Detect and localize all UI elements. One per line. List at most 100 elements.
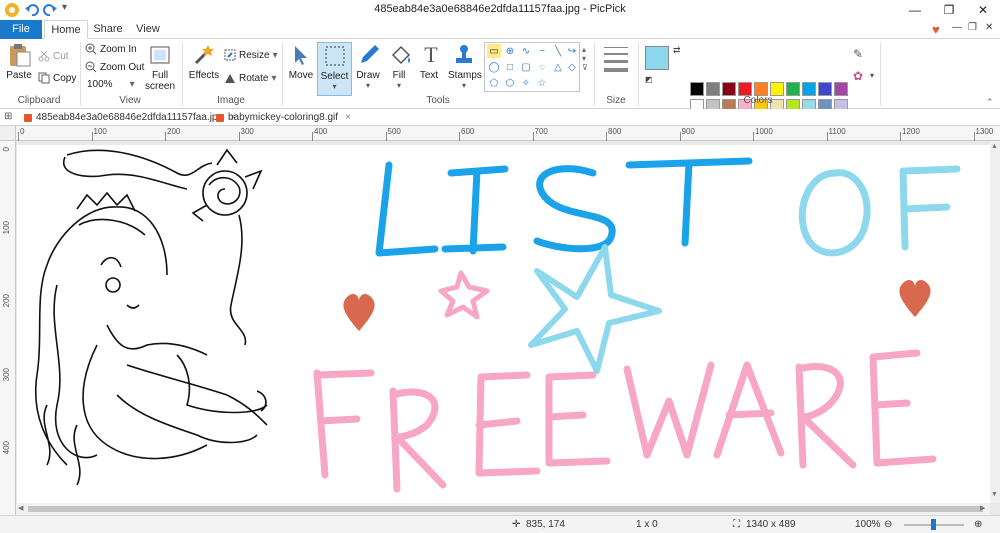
color-swatch[interactable] (754, 82, 768, 96)
zoom-level-value: 100% (87, 79, 113, 90)
vertical-scrollbar[interactable]: ▲ ▼ (990, 141, 1000, 503)
ruler-tick-label: 0 (20, 127, 25, 136)
shape-circle-cross-icon[interactable]: ⊕ (503, 44, 517, 58)
color-wheel-icon[interactable]: ✿ (853, 69, 863, 83)
swap-colors-icon[interactable]: ⇄ (673, 45, 681, 56)
size-button[interactable] (604, 47, 628, 72)
text-button[interactable]: T Text (416, 42, 442, 81)
copy-button[interactable]: Copy (38, 72, 76, 84)
tab-home[interactable]: Home (44, 20, 88, 40)
primary-color[interactable] (645, 46, 669, 70)
full-screen-label-2: screen (144, 81, 175, 92)
document-tabs: ⊞ 485eab84e3a0e68846e2dfda11157faa.jpg ×… (0, 109, 1000, 126)
resize-button[interactable]: Resize ▾ (224, 49, 278, 61)
full-screen-button[interactable]: Full screen (144, 42, 176, 92)
rotate-button[interactable]: Rotate ▾ (224, 72, 277, 84)
zoom-in-icon[interactable]: ⊕ (974, 519, 982, 530)
move-button[interactable]: Move (286, 42, 316, 81)
document-tab[interactable]: babymickey-coloring8.gif × (216, 110, 351, 125)
color-swatch[interactable] (834, 82, 848, 96)
color-swatch[interactable] (770, 82, 784, 96)
shape-rounded-rect-icon[interactable]: ▢ (519, 60, 533, 74)
chevron-down-icon: ▾ (272, 49, 278, 61)
image-canvas[interactable] (17, 145, 991, 503)
move-label: Move (288, 70, 314, 81)
fill-button[interactable]: Fill ▾ (386, 42, 412, 90)
chevron-down-icon: ▾ (332, 82, 337, 91)
shape-curve-icon[interactable]: ∿ (519, 44, 533, 58)
ruler-tick (385, 132, 387, 141)
scroll-down-icon[interactable]: ▼ (991, 491, 998, 498)
draw-button[interactable]: Draw ▾ (354, 42, 382, 90)
shape-square-icon[interactable]: □ (503, 60, 517, 74)
magic-wand-icon (189, 42, 219, 68)
shape-arrow-icon[interactable]: ↪ (565, 44, 579, 58)
shape-triangle-icon[interactable]: △ (551, 60, 565, 74)
color-swatch[interactable] (706, 82, 720, 96)
ruler-tick-label: 200 (167, 127, 181, 136)
shape-speech-bubble-icon[interactable]: ◌ (535, 60, 549, 74)
clipboard-group-label: Clipboard (17, 95, 61, 106)
heart-icon[interactable]: ♥ (932, 22, 940, 37)
shapes-gallery[interactable]: ▭ ⊕ ∿ ~ ╲ ↪ ◯ □ ▢ ◌ △ ◇ ⬠ ⬡ ✧ ☆ (484, 42, 580, 92)
color-swatch[interactable] (738, 82, 752, 96)
shape-rectangle-selection-icon[interactable]: ▭ (487, 44, 501, 58)
chevron-down-icon[interactable]: ▾ (870, 71, 874, 80)
ribbon-restore-icon[interactable]: ❐ (968, 22, 977, 33)
horizontal-scroll-thumb[interactable] (28, 506, 983, 512)
effects-button[interactable]: Effects (188, 42, 220, 81)
cut-button[interactable]: Cut (38, 50, 69, 62)
eyedropper-icon[interactable]: ✎ (853, 47, 863, 61)
stamps-label: Stamps (448, 70, 482, 81)
shape-diamond-icon[interactable]: ◇ (565, 60, 579, 74)
resize-label: Resize (239, 49, 270, 61)
stamps-button[interactable]: Stamps ▾ (448, 42, 482, 90)
color-swatch[interactable] (802, 82, 816, 96)
zoom-in-button[interactable]: Zoom In (85, 43, 137, 55)
shape-hexagon-icon[interactable]: ⬡ (503, 76, 517, 90)
paste-button[interactable]: Paste (4, 42, 34, 81)
shape-star5-icon[interactable]: ☆ (535, 76, 549, 90)
zoom-level-select[interactable]: 100% ▾ (87, 79, 137, 90)
maximize-button[interactable]: ❐ (934, 0, 964, 20)
close-button[interactable]: ✕ (968, 0, 998, 20)
chevron-down-icon: ▾ (365, 81, 370, 90)
scroll-up-icon[interactable]: ▲ (991, 143, 998, 150)
image-file-icon (216, 113, 224, 122)
ruler-tick (753, 132, 754, 141)
ruler-tick (18, 132, 19, 141)
shape-wave-icon[interactable]: ~ (535, 44, 549, 58)
ruler-tick (900, 132, 901, 141)
close-tab-icon[interactable]: × (345, 112, 351, 123)
shape-line-icon[interactable]: ╲ (551, 44, 565, 58)
tab-share[interactable]: Share (90, 20, 126, 40)
document-tab[interactable]: 485eab84e3a0e68846e2dfda11157faa.jpg × (24, 110, 236, 125)
select-button[interactable]: Select ▾ (317, 42, 352, 96)
color-swatch[interactable] (690, 82, 704, 96)
full-screen-label-1: Full (151, 70, 169, 81)
ribbon-minimize-icon[interactable]: — (952, 22, 962, 33)
zoom-out-button[interactable]: Zoom Out (85, 61, 144, 73)
color-swatch[interactable] (722, 82, 736, 96)
color-swatch[interactable] (818, 82, 832, 96)
horizontal-scrollbar[interactable]: ◀ ▶ (16, 503, 990, 515)
ruler-tick-label: 100 (93, 127, 107, 136)
tab-view[interactable]: View (130, 20, 166, 40)
zoom-slider-thumb[interactable] (931, 519, 936, 530)
shape-ellipse-icon[interactable]: ◯ (487, 60, 501, 74)
collapse-ribbon-icon[interactable]: ⌃ (986, 97, 994, 108)
minimize-button[interactable]: — (900, 0, 930, 20)
scroll-left-icon[interactable]: ◀ (18, 504, 23, 512)
reset-colors-icon[interactable]: ◩ (645, 75, 653, 84)
shape-pentagon-icon[interactable]: ⬠ (487, 76, 501, 90)
grid-view-icon[interactable]: ⊞ (4, 111, 12, 122)
zoom-out-icon[interactable]: ⊖ (884, 519, 892, 530)
color-swatch[interactable] (786, 82, 800, 96)
chevron-down-icon: ▾ (129, 79, 135, 90)
ribbon-close-icon[interactable]: ✕ (985, 22, 993, 33)
scroll-right-icon[interactable]: ▶ (980, 504, 985, 512)
file-tab[interactable]: File (0, 20, 42, 39)
shape-star4-icon[interactable]: ✧ (519, 76, 533, 90)
gallery-scroll-icon[interactable]: ▴ ▾ ⊽ (582, 45, 588, 72)
ruler-tick (459, 132, 460, 141)
